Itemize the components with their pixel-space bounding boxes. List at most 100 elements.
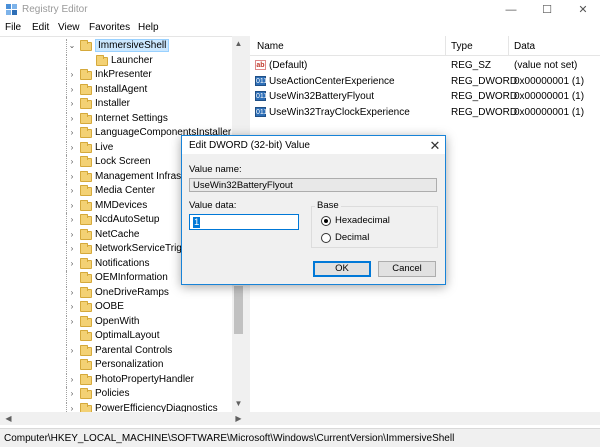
ok-button[interactable]: OK (313, 261, 371, 277)
value-type-cell: REG_DWORD (451, 75, 518, 87)
folder-icon (80, 40, 92, 51)
value-name-cell: UseWin32BatteryFlyout (269, 91, 375, 102)
tree-item[interactable]: Launcher (0, 53, 232, 69)
close-button[interactable]: ✕ (566, 0, 600, 20)
scroll-right-arrow-icon[interactable]: ▶ (232, 412, 245, 425)
tree-item[interactable]: › OneDriveRamps (0, 285, 232, 301)
hexadecimal-radio[interactable] (321, 216, 331, 226)
dialog-close-icon[interactable]: ✕ (428, 138, 442, 154)
tree-item-label: OpenWith (95, 315, 140, 327)
expand-chevron-icon[interactable]: › (68, 70, 76, 79)
folder-icon (80, 243, 92, 254)
tree-item-label: Media Center (95, 185, 156, 196)
tree-guide-line (66, 184, 67, 198)
tree-item-label: OOBE (95, 301, 124, 312)
folder-icon (80, 98, 92, 109)
tree-item[interactable]: › InstallAgent (0, 82, 232, 98)
tree-guide-line (66, 111, 67, 126)
menu-file[interactable]: File (5, 22, 21, 33)
tree-item[interactable]: › OOBE (0, 300, 232, 315)
expand-chevron-icon[interactable]: › (68, 259, 76, 268)
tree-item[interactable]: › Internet Settings (0, 111, 232, 127)
value-type-cell: REG_DWORD (451, 106, 518, 118)
tree-item-label: OptimalLayout (95, 330, 160, 341)
tree-item-label: Installer (95, 98, 131, 109)
value-type-cell: REG_DWORD (451, 91, 518, 102)
value-data-cell: 0x00000001 (1) (514, 91, 585, 102)
tree-item[interactable]: Personalization (0, 358, 232, 373)
value-row[interactable]: 011 UseActionCenterExperience REG_DWORD 0x0… (250, 74, 600, 89)
expand-chevron-icon[interactable]: › (68, 99, 76, 108)
tree-item[interactable]: › Policies (0, 387, 232, 402)
decimal-radio[interactable] (321, 233, 331, 243)
expand-chevron-icon[interactable]: › (68, 201, 76, 210)
tree-item[interactable]: › PhotoPropertyHandler (0, 372, 232, 388)
minimize-button[interactable]: — (494, 0, 528, 20)
expand-chevron-icon[interactable]: › (68, 375, 76, 384)
tree-item[interactable]: OptimalLayout (0, 329, 232, 344)
value-data-cell: 0x00000001 (1) (514, 75, 585, 87)
cancel-button[interactable]: Cancel (378, 261, 436, 277)
expand-chevron-icon[interactable]: › (68, 215, 76, 224)
expand-chevron-icon[interactable]: › (68, 172, 76, 181)
value-row[interactable]: ab (Default) REG_SZ (value not set) (250, 58, 600, 73)
menu-edit[interactable]: Edit (32, 22, 49, 33)
scroll-up-arrow-icon[interactable]: ▲ (232, 38, 245, 50)
tree-item[interactable]: › PowerEfficiencyDiagnostics (0, 401, 232, 413)
collapse-chevron-icon[interactable]: ⌄ (68, 41, 76, 50)
expand-chevron-icon[interactable]: › (68, 186, 76, 195)
expand-chevron-icon[interactable]: › (68, 288, 76, 297)
tree-item[interactable]: ⌄ ImmersiveShell (0, 39, 232, 54)
scroll-left-arrow-icon[interactable]: ◀ (2, 412, 15, 425)
column-divider[interactable] (508, 36, 509, 56)
dword-value-icon: 011 (255, 91, 268, 101)
status-bar: Computer\HKEY_LOCAL_MACHINE\SOFTWARE\Mic… (0, 428, 600, 447)
column-header-data[interactable]: Data (514, 41, 535, 52)
tree-guide-line (66, 329, 67, 343)
expand-chevron-icon[interactable]: › (68, 157, 76, 166)
expand-chevron-icon[interactable]: › (68, 317, 76, 326)
column-header-name[interactable]: Name (257, 41, 284, 52)
expand-chevron-icon[interactable]: › (68, 143, 76, 152)
tree-item-label: InstallAgent (95, 83, 148, 95)
folder-icon (80, 156, 92, 167)
expand-chevron-icon[interactable]: › (68, 302, 76, 311)
tree-item[interactable]: › OpenWith (0, 314, 232, 330)
column-divider[interactable] (445, 36, 446, 56)
value-data-input[interactable]: 1 (189, 214, 299, 230)
tree-guide-line (66, 372, 67, 387)
expand-chevron-icon[interactable]: › (68, 346, 76, 355)
tree-item[interactable]: › InkPresenter (0, 68, 232, 83)
title-bar: Registry Editor — ☐ ✕ (0, 0, 600, 20)
expand-chevron-icon[interactable]: › (68, 404, 76, 413)
expand-chevron-icon[interactable]: › (68, 389, 76, 398)
expand-chevron-icon[interactable]: › (68, 230, 76, 239)
value-row[interactable]: 011 UseWin32BatteryFlyout REG_DWORD 0x00000… (250, 89, 600, 104)
column-header-type[interactable]: Type (451, 41, 473, 52)
tree-item[interactable]: › Parental Controls (0, 343, 232, 359)
expand-chevron-icon[interactable]: › (68, 244, 76, 253)
hexadecimal-label[interactable]: Hexadecimal (335, 215, 390, 226)
expand-chevron-icon[interactable]: › (68, 85, 76, 94)
scroll-down-arrow-icon[interactable]: ▼ (232, 398, 245, 410)
maximize-button[interactable]: ☐ (530, 0, 564, 20)
tree-guide-line (66, 271, 67, 285)
scrollbar-thumb[interactable] (234, 286, 243, 334)
tree-guide-line (66, 300, 67, 314)
tree-guide-line (66, 387, 67, 401)
value-row[interactable]: 011 UseWin32TrayClockExperience REG_DWORD 0… (250, 105, 600, 120)
horizontal-scrollbar[interactable]: ◀ ▶ (0, 412, 600, 425)
tree-item-label: MMDevices (95, 199, 148, 211)
menu-view[interactable]: View (58, 22, 80, 33)
base-group (311, 206, 438, 248)
menu-help[interactable]: Help (138, 22, 159, 33)
folder-icon (80, 286, 92, 298)
decimal-label[interactable]: Decimal (335, 232, 369, 243)
expand-chevron-icon[interactable]: › (68, 114, 76, 123)
folder-icon (80, 69, 92, 80)
menu-favorites[interactable]: Favorites (89, 22, 130, 33)
expand-chevron-icon[interactable]: › (68, 128, 76, 137)
folder-icon (80, 301, 92, 312)
tree-item-label: OEMInformation (95, 272, 168, 283)
tree-item[interactable]: › Installer (0, 97, 232, 112)
